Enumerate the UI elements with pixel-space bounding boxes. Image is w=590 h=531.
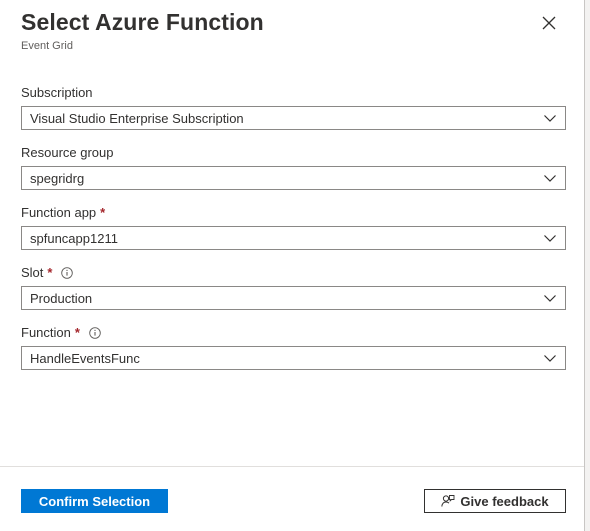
function-app-value: spfuncapp1211 bbox=[30, 230, 118, 246]
required-marker: * bbox=[100, 205, 106, 220]
function-app-dropdown[interactable]: spfuncapp1211 bbox=[21, 226, 566, 250]
function-app-field: Function app * spfuncapp1211 bbox=[21, 204, 566, 250]
required-marker: * bbox=[47, 265, 53, 280]
give-feedback-button[interactable]: Give feedback bbox=[424, 489, 566, 513]
subscription-label: Subscription bbox=[21, 85, 93, 100]
required-marker: * bbox=[74, 325, 80, 340]
info-icon[interactable] bbox=[89, 327, 101, 339]
footer-divider bbox=[0, 466, 584, 467]
function-app-label: Function app bbox=[21, 205, 97, 220]
panel-header: Select Azure Function Event Grid bbox=[21, 6, 541, 53]
select-azure-function-panel: Select Azure Function Event Grid Subscri… bbox=[0, 0, 590, 531]
slot-value: Production bbox=[30, 290, 93, 306]
scrollbar-track[interactable] bbox=[584, 0, 590, 531]
resource-group-dropdown[interactable]: spegridrg bbox=[21, 166, 566, 190]
subscription-value: Visual Studio Enterprise Subscription bbox=[30, 110, 244, 126]
chevron-down-icon bbox=[543, 171, 557, 185]
feedback-person-icon bbox=[441, 494, 455, 508]
subscription-dropdown[interactable]: Visual Studio Enterprise Subscription bbox=[21, 106, 566, 130]
slot-field: Slot * Production bbox=[21, 264, 566, 310]
subscription-field: Subscription Visual Studio Enterprise Su… bbox=[21, 84, 566, 130]
confirm-selection-button[interactable]: Confirm Selection bbox=[21, 489, 168, 513]
chevron-down-icon bbox=[543, 351, 557, 365]
function-label: Function bbox=[21, 325, 71, 340]
function-dropdown[interactable]: HandleEventsFunc bbox=[21, 346, 566, 370]
slot-label: Slot bbox=[21, 265, 44, 280]
resource-group-field: Resource group spegridrg bbox=[21, 144, 566, 190]
resource-group-value: spegridrg bbox=[30, 170, 85, 186]
give-feedback-label: Give feedback bbox=[460, 493, 549, 509]
panel-subtitle: Event Grid bbox=[21, 40, 73, 52]
info-icon[interactable] bbox=[61, 267, 74, 279]
function-field: Function * HandleEventsFunc bbox=[21, 324, 566, 370]
resource-group-label: Resource group bbox=[21, 145, 114, 160]
function-value: HandleEventsFunc bbox=[30, 350, 140, 366]
close-button[interactable] bbox=[538, 12, 560, 34]
slot-dropdown[interactable]: Production bbox=[21, 286, 566, 310]
chevron-down-icon bbox=[543, 111, 557, 125]
chevron-down-icon bbox=[543, 291, 557, 305]
chevron-down-icon bbox=[543, 231, 557, 245]
close-icon bbox=[542, 16, 556, 30]
panel-title: Select Azure Function bbox=[21, 9, 264, 35]
